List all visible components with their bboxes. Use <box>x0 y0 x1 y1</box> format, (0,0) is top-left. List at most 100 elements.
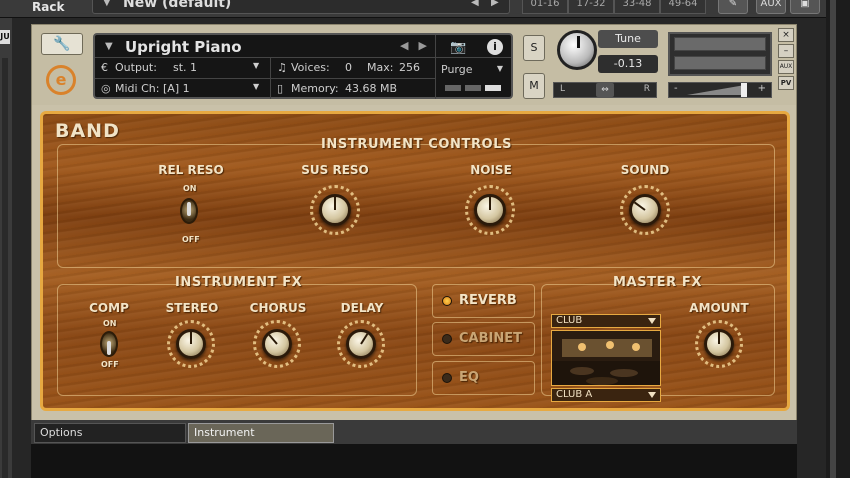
room-image <box>551 330 661 386</box>
knob-indicator <box>190 332 192 344</box>
delay-label: DELAY <box>340 301 384 315</box>
pan-slider[interactable]: L ⇔ R <box>553 82 657 98</box>
amount-label: AMOUNT <box>689 301 749 315</box>
room-preset-dropdown[interactable]: CLUB A <box>551 388 661 402</box>
midi-icon: ◎ <box>101 82 111 95</box>
sound-knob[interactable] <box>629 194 661 226</box>
amount-knob[interactable] <box>704 329 734 359</box>
max-value[interactable]: 256 <box>399 61 420 74</box>
right-scrollbar[interactable] <box>830 0 836 478</box>
eq-button[interactable]: EQ <box>432 361 535 395</box>
purge-dropdown[interactable]: Purge ▼ <box>441 63 505 79</box>
knob-indicator <box>489 197 491 210</box>
tune-knob[interactable] <box>557 30 597 70</box>
voices-label: Voices: <box>291 61 330 74</box>
chevron-down-icon[interactable]: ▼ <box>105 41 113 52</box>
volume-handle[interactable] <box>741 83 747 97</box>
noise-label: NOISE <box>470 163 512 177</box>
reverb-button[interactable]: REVERB <box>432 284 535 318</box>
tune-value[interactable]: -0.13 <box>598 55 658 73</box>
output-value[interactable]: st. 1 <box>173 61 197 74</box>
rack-aux-button[interactable]: AUX <box>756 0 786 14</box>
output-label: Output: <box>115 61 157 74</box>
pv-button[interactable]: PV <box>778 76 794 90</box>
eq-led-icon <box>442 373 452 383</box>
tab-options[interactable]: Options <box>34 423 186 443</box>
chevron-down-icon <box>648 392 656 398</box>
tab-instrument[interactable]: Instrument <box>188 423 334 443</box>
info-icon[interactable]: i <box>487 39 503 55</box>
divider <box>95 57 511 58</box>
rel-reso-off-label: OFF <box>182 235 200 244</box>
volume-plus: + <box>757 83 766 94</box>
chevron-down-icon <box>648 318 656 324</box>
eq-label: EQ <box>459 370 479 385</box>
rack-label: Rack <box>32 0 65 14</box>
sus-reso-label: SUS RESO <box>301 163 369 177</box>
arrow-right-icon[interactable]: ▶ <box>491 0 499 8</box>
kontakt-window: { "rack": { "label": "Rack", "preset": "… <box>0 0 850 478</box>
left-sidebar-tab[interactable]: JU <box>0 30 10 44</box>
comp-toggle[interactable] <box>100 331 118 357</box>
instrument-logo-icon: e <box>46 65 76 95</box>
chorus-label: CHORUS <box>249 301 307 315</box>
footer-area <box>31 444 797 478</box>
arrow-left-icon[interactable]: ◀ <box>471 0 479 8</box>
rack-range-tab[interactable]: 01-16 <box>522 0 568 14</box>
knob-indicator <box>360 333 369 345</box>
room-preset-value: CLUB A <box>556 389 593 400</box>
comp-label: COMP <box>89 301 129 315</box>
midi-label: Midi Ch: <box>115 82 160 95</box>
stereo-knob[interactable] <box>176 329 206 359</box>
mute-button[interactable]: M <box>523 73 545 99</box>
chevron-down-icon[interactable]: ▼ <box>253 82 259 91</box>
instrument-header: 🔧 e ▼ Upright Piano ◀▶ 📷 i € Output: st.… <box>32 25 796 105</box>
pan-left-label: L <box>560 84 566 94</box>
midi-value[interactable]: [A] 1 <box>163 82 190 95</box>
chevron-down-icon[interactable]: ▼ <box>253 61 259 70</box>
volume-minus: - <box>674 83 678 94</box>
camera-icon[interactable]: 📷 <box>450 40 466 55</box>
rack-bar: Rack ▼ New (default) ◀ ▶ 01-16 17-32 33-… <box>0 0 850 18</box>
left-scrollbar[interactable] <box>2 58 8 478</box>
panel-title: BAND <box>55 120 120 142</box>
sound-label: SOUND <box>620 163 670 177</box>
pan-handle[interactable]: ⇔ <box>596 83 614 97</box>
knob-indicator <box>633 201 646 211</box>
rack-range-tab[interactable]: 49-64 <box>660 0 706 14</box>
rel-reso-label: REL RESO <box>158 163 224 177</box>
instrument-frame: 🔧 e ▼ Upright Piano ◀▶ 📷 i € Output: st.… <box>31 24 797 444</box>
rack-range-tab[interactable]: 33-48 <box>614 0 660 14</box>
divider <box>270 57 271 99</box>
output-icon: € <box>101 61 108 74</box>
noise-knob[interactable] <box>474 194 506 226</box>
divider <box>95 78 435 79</box>
sus-reso-knob[interactable] <box>319 194 351 226</box>
rack-preset-selector[interactable]: ▼ New (default) ◀ ▶ <box>92 0 510 14</box>
close-icon[interactable]: × <box>778 28 794 42</box>
volume-ramp <box>687 85 745 95</box>
voices-icon: ♫ <box>277 61 287 74</box>
cabinet-button[interactable]: CABINET <box>432 322 535 356</box>
aux-button[interactable]: AUX <box>778 60 794 74</box>
right-edge <box>826 0 850 478</box>
minimize-icon[interactable]: – <box>778 44 794 58</box>
wrench-icon[interactable]: 🔧 <box>41 33 83 55</box>
max-label: Max: <box>367 61 394 74</box>
rack-edit-button[interactable]: ✎ <box>718 0 748 14</box>
instrument-name[interactable]: Upright Piano <box>125 38 242 56</box>
room-type-dropdown[interactable]: CLUB <box>551 314 661 328</box>
left-sidebar-edge: JU <box>0 18 12 478</box>
instrument-nav-arrows[interactable]: ◀▶ <box>400 39 437 52</box>
chorus-knob[interactable] <box>262 329 292 359</box>
comp-on-label: ON <box>103 319 117 328</box>
rack-range-tab[interactable]: 17-32 <box>568 0 614 14</box>
reverb-label: REVERB <box>459 293 517 308</box>
rack-camera-icon[interactable]: ▣ <box>790 0 820 14</box>
volume-slider[interactable]: - + <box>668 82 772 98</box>
stereo-label: STEREO <box>165 301 219 315</box>
rel-reso-toggle[interactable] <box>180 198 198 224</box>
rack-range-tabs: 01-16 17-32 33-48 49-64 <box>522 0 706 14</box>
solo-button[interactable]: S <box>523 35 545 61</box>
delay-knob[interactable] <box>346 329 376 359</box>
